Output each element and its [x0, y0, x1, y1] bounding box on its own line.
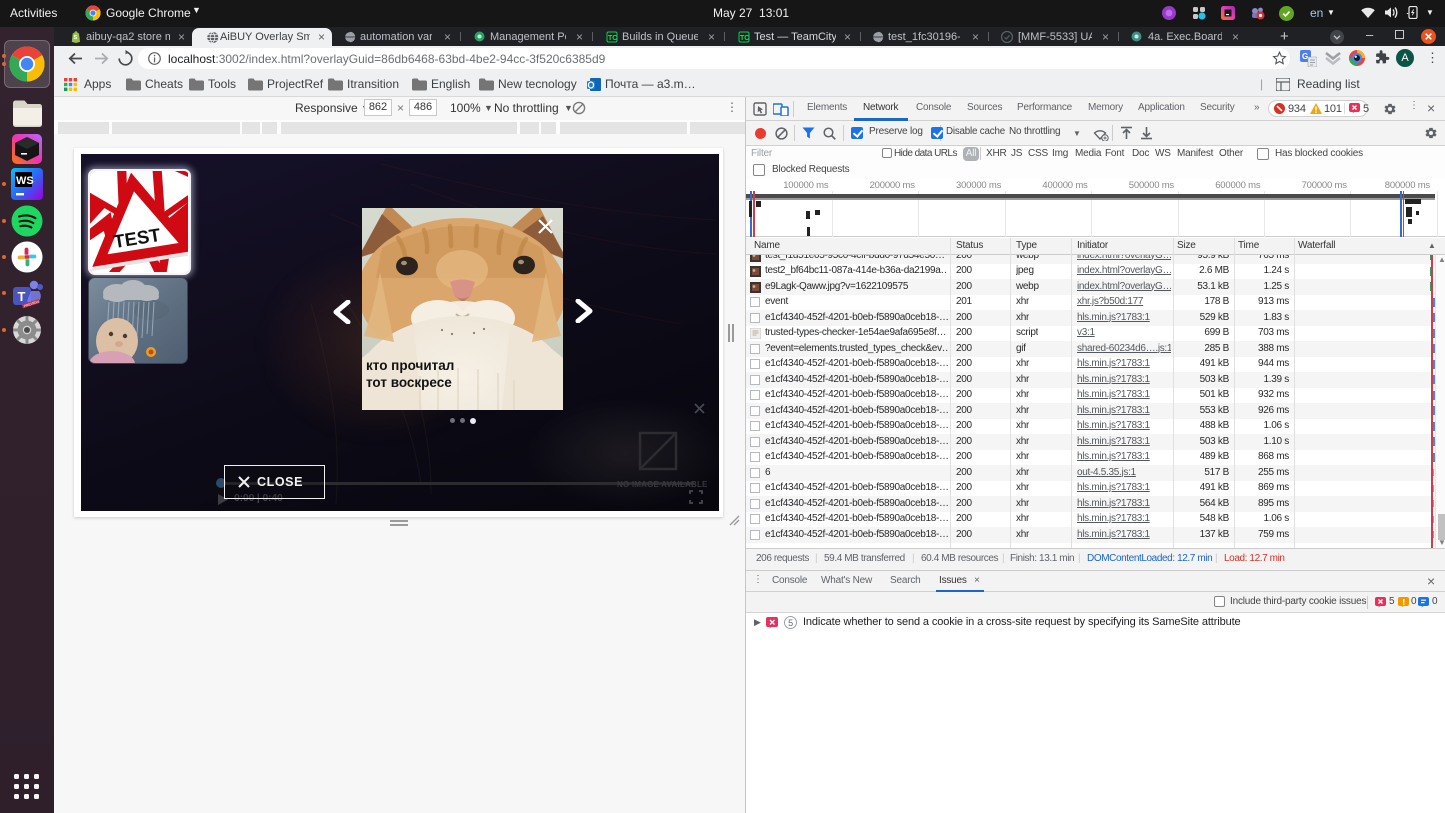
svg-text:WS: WS — [16, 175, 34, 187]
svg-text:тот воскресе: тот воскресе — [366, 375, 452, 390]
svg-text:G: G — [1302, 52, 1308, 61]
svg-text:TC: TC — [740, 35, 749, 42]
svg-text:TC: TC — [608, 35, 617, 42]
svg-text:T: T — [18, 289, 26, 304]
svg-text:кто прочитал: кто прочитал — [366, 358, 454, 373]
svg-text:S: S — [74, 35, 78, 41]
